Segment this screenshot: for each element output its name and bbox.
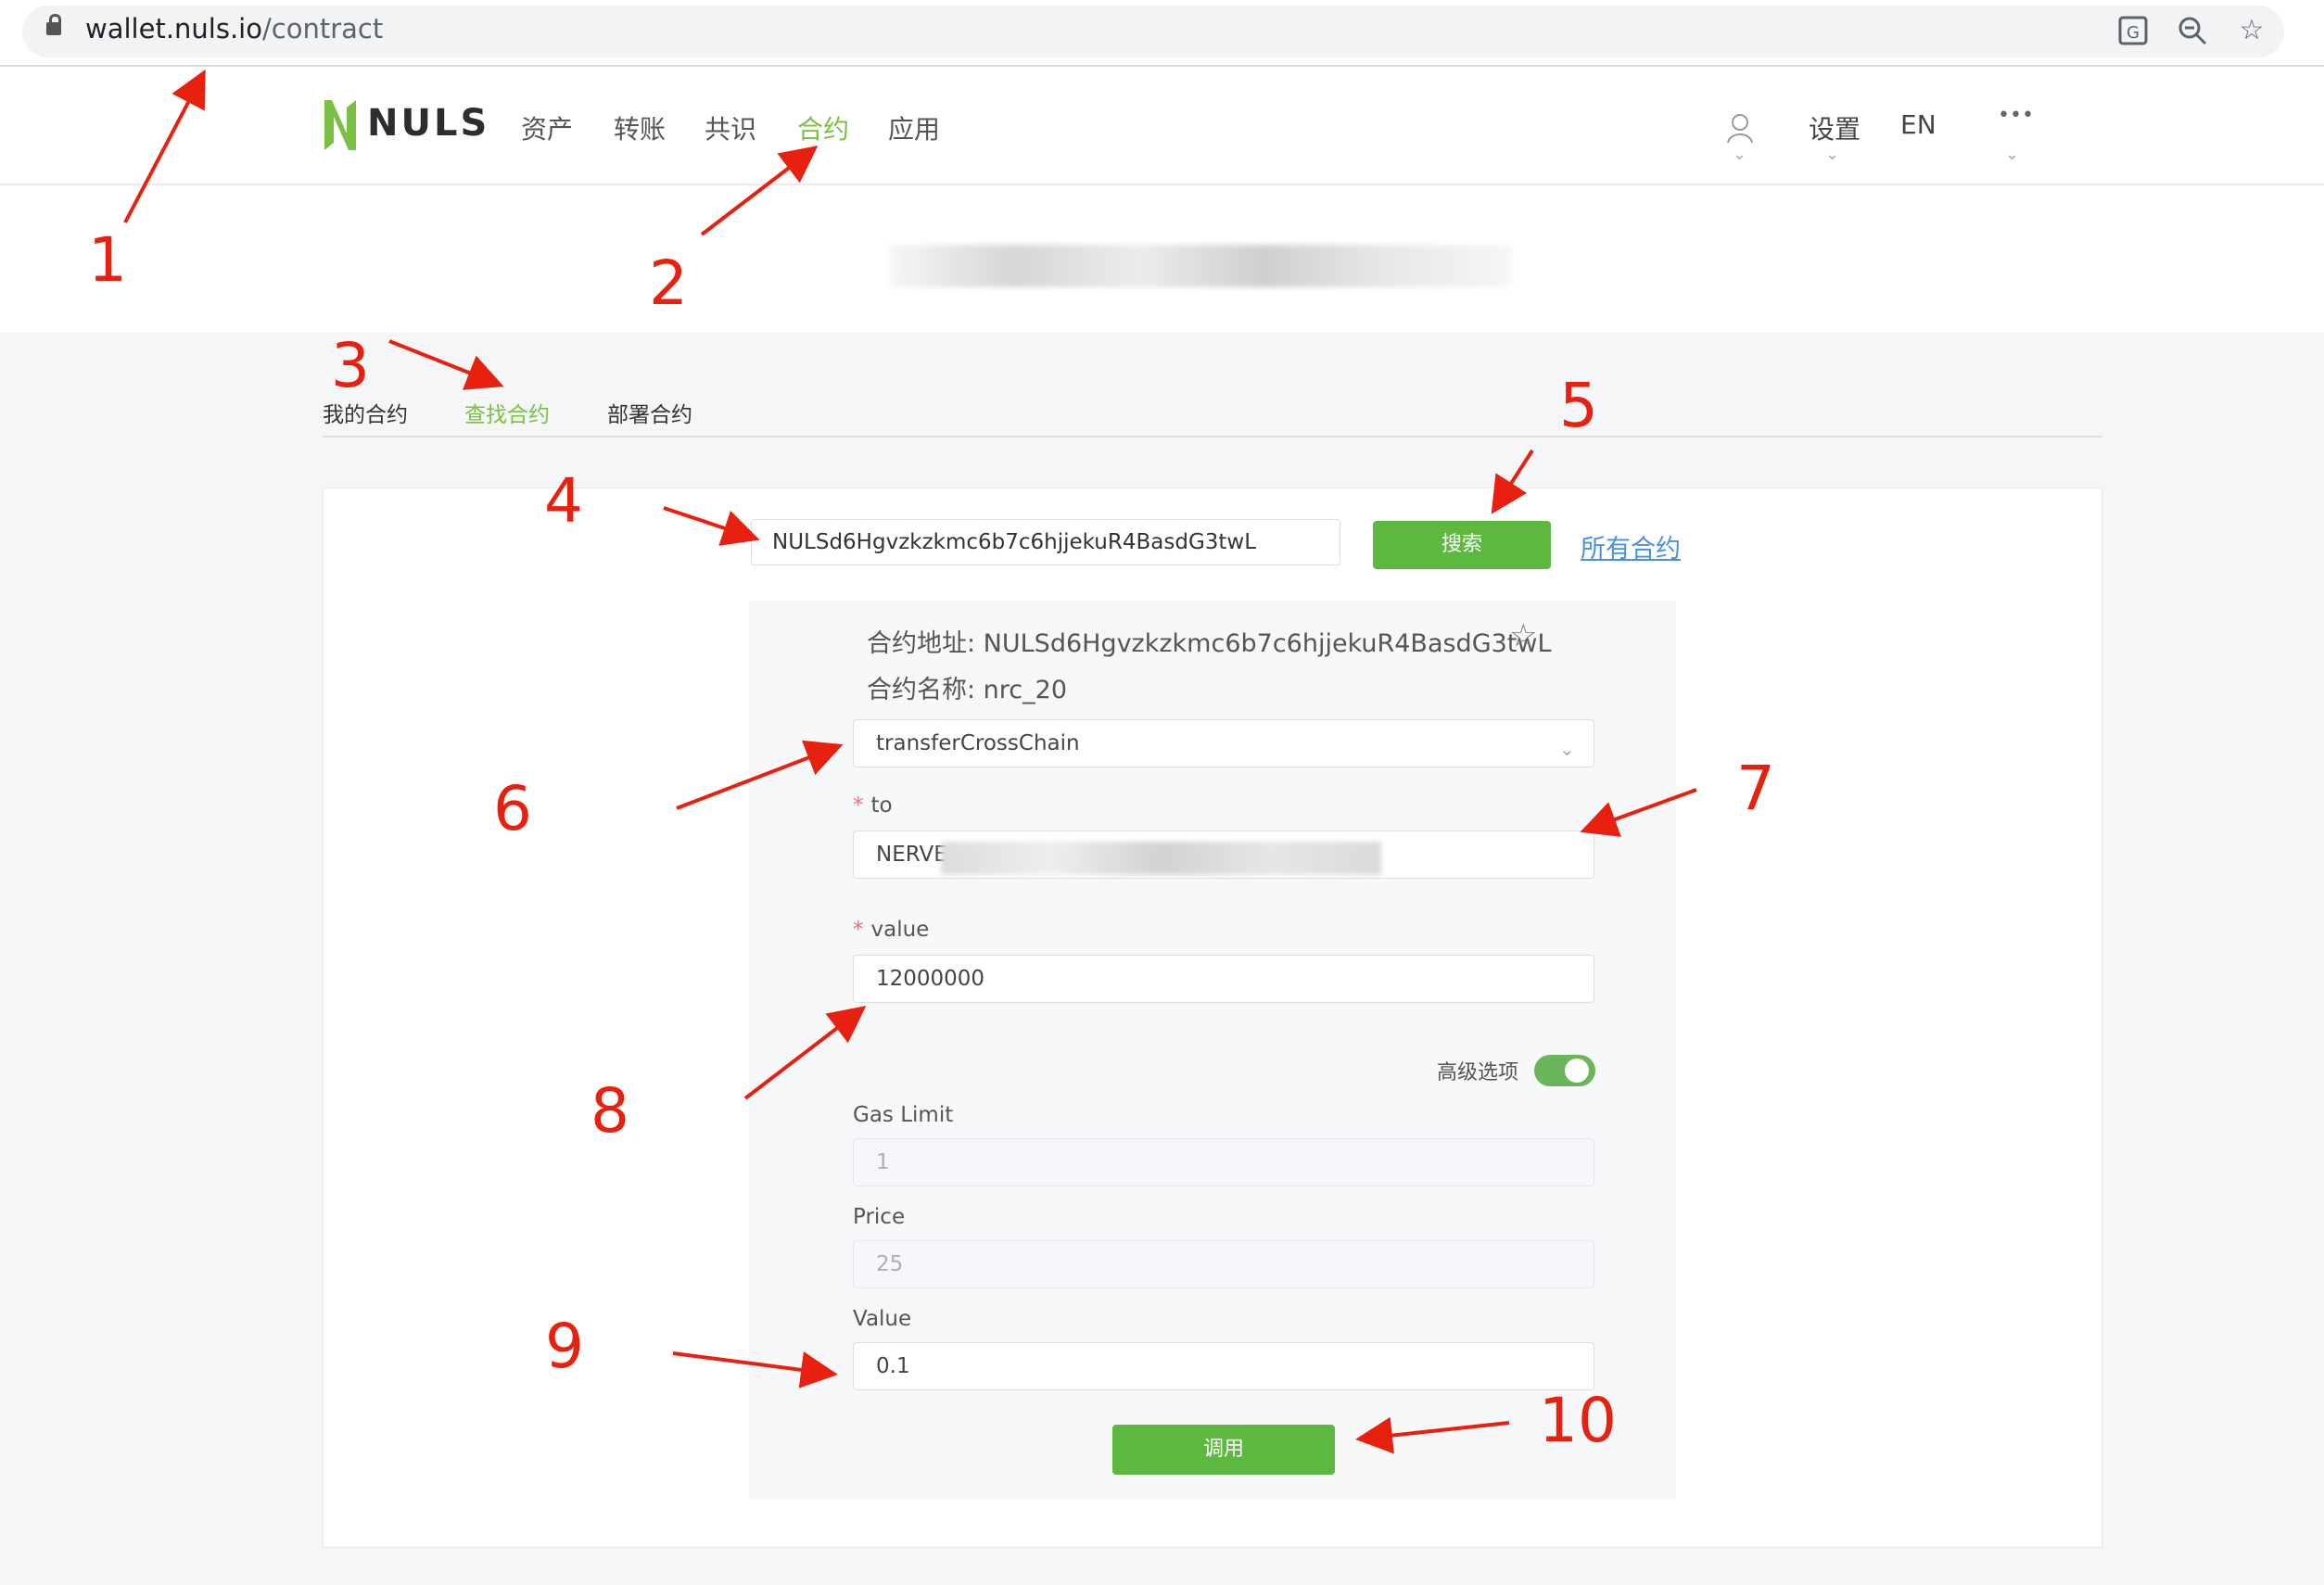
gas-limit-label: Gas Limit [853, 1103, 954, 1127]
contract-search-input[interactable] [751, 519, 1340, 565]
chevron-down-icon: ⌄ [1825, 145, 1840, 164]
annotation-arrow-1 [123, 69, 206, 223]
user-icon[interactable] [1726, 113, 1754, 148]
advanced-options-label: 高级选项 [1437, 1061, 1519, 1084]
nav-consensus[interactable]: 共识 [705, 109, 756, 146]
amount-label: Value [853, 1307, 912, 1331]
svg-text:G: G [2127, 23, 2140, 43]
settings-menu[interactable]: 设置 [1809, 109, 1860, 146]
lock-icon [46, 14, 61, 35]
annotation-number: 7 [1736, 753, 1775, 824]
annotation-number: 10 [1539, 1385, 1617, 1456]
value-label: * value [853, 918, 930, 942]
blurred-to-address [941, 842, 1381, 875]
method-select[interactable]: transferCrossChain [853, 719, 1594, 767]
url-path: /contract [261, 13, 384, 44]
header-divider [0, 184, 2324, 185]
contract-address-info: 合约地址: NULSd6Hgvzkzkmc6b7c6hjjekuR4BasdG3… [867, 629, 1552, 658]
value-input[interactable]: 12000000 [853, 955, 1594, 1003]
to-label: * to [853, 793, 893, 818]
browser-divider [0, 65, 2324, 67]
zoom-icon[interactable] [2177, 15, 2208, 46]
search-button[interactable]: 搜索 [1373, 521, 1551, 569]
contract-name-info: 合约名称: nrc_20 [867, 676, 1067, 704]
translate-icon[interactable]: G [2117, 15, 2149, 46]
tab-find-contract[interactable]: 查找合约 [464, 397, 550, 428]
annotation-number: 8 [591, 1075, 629, 1147]
annotation-number: 6 [493, 773, 532, 844]
amount-input[interactable]: 0.1 [853, 1342, 1594, 1390]
tabs-divider [323, 436, 2102, 437]
chevron-down-icon: ⌄ [2005, 145, 2020, 164]
annotation-number: 5 [1559, 370, 1598, 441]
gas-limit-input: 1 [853, 1138, 1594, 1186]
url-host: wallet.nuls.io [85, 13, 262, 44]
blurred-account-address [890, 245, 1511, 287]
toggle-knob [1565, 1059, 1589, 1083]
annotation-number: 4 [544, 465, 583, 537]
language-switch[interactable]: EN [1900, 109, 1937, 140]
logo-text: NULS [367, 102, 490, 145]
annotation-number: 3 [331, 330, 370, 401]
nav-transfer[interactable]: 转账 [614, 109, 666, 146]
nav-apps[interactable]: 应用 [888, 109, 940, 146]
annotation-number: 1 [88, 224, 127, 296]
annotation-number: 9 [545, 1311, 584, 1382]
annotation-number: 2 [649, 247, 688, 319]
favorite-star-icon[interactable]: ☆ [1509, 617, 1537, 654]
nav-contract[interactable]: 合约 [797, 109, 849, 146]
all-contracts-link[interactable]: 所有合约 [1581, 528, 1681, 564]
tab-deploy-contract[interactable]: 部署合约 [607, 397, 692, 428]
more-menu[interactable]: ••• [1998, 104, 2034, 127]
url-text[interactable]: wallet.nuls.io/contract [85, 13, 383, 44]
nuls-logo-icon[interactable] [321, 96, 360, 158]
chevron-down-icon: ⌄ [1559, 738, 1575, 760]
chevron-down-icon: ⌄ [1733, 145, 1747, 164]
nav-assets[interactable]: 资产 [521, 109, 573, 146]
price-label: Price [853, 1205, 906, 1229]
price-input: 25 [853, 1240, 1594, 1288]
tab-my-contracts[interactable]: 我的合约 [323, 397, 408, 428]
annotation-arrow-2 [700, 146, 819, 236]
invoke-button[interactable]: 调用 [1112, 1425, 1335, 1475]
bookmark-star-icon[interactable]: ☆ [2236, 15, 2267, 46]
